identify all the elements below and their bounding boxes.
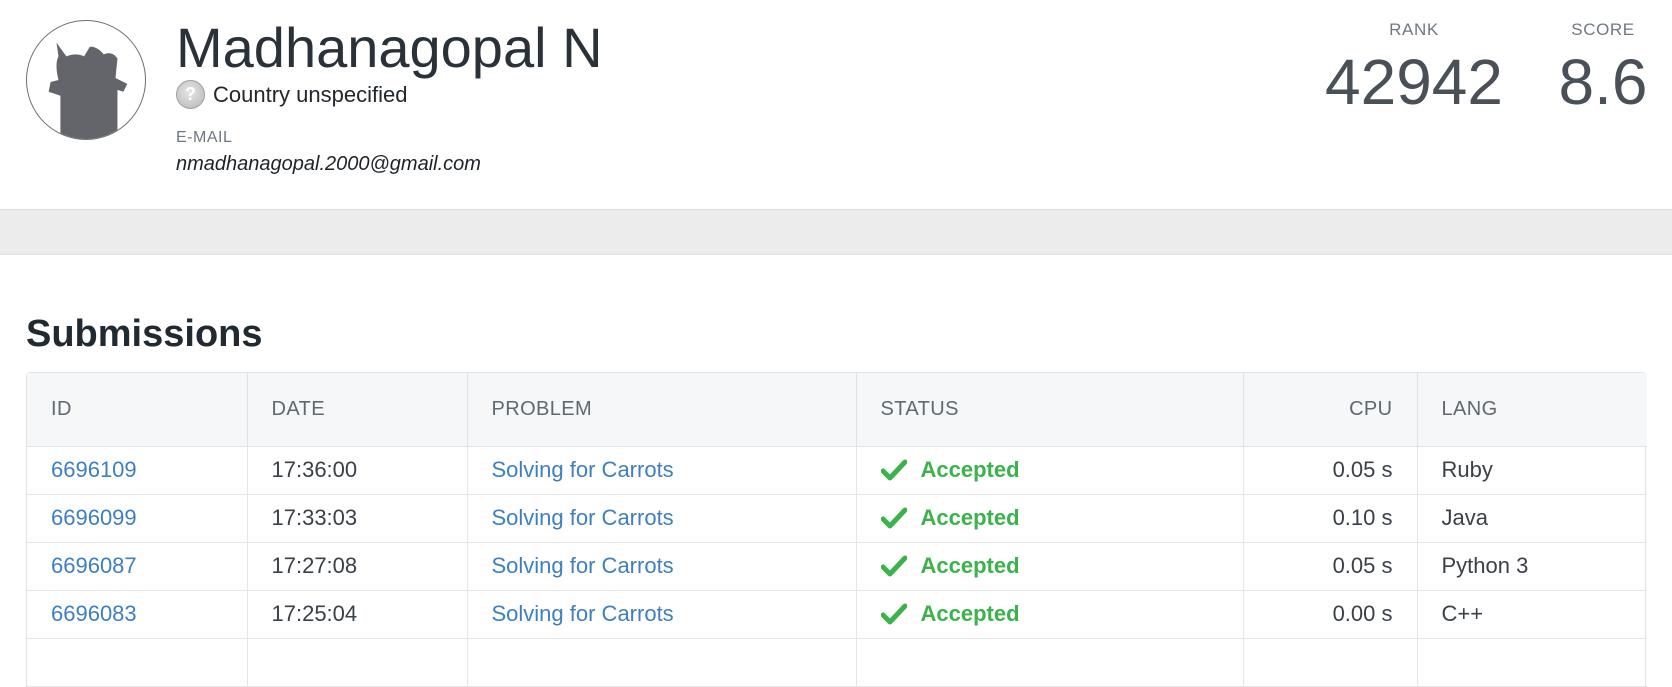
- country-row: ? Country unspecified: [176, 80, 407, 109]
- column-header-date: DATE: [247, 373, 468, 447]
- column-header-problem: PROBLEM: [467, 373, 857, 447]
- submission-lang: Python 3: [1417, 542, 1647, 591]
- country-text: Country unspecified: [213, 81, 408, 107]
- submission-id-link[interactable]: 6696083: [51, 601, 137, 626]
- check-icon: [880, 459, 907, 481]
- problem-link[interactable]: Solving for Carrots: [492, 601, 674, 626]
- table-header-row: ID DATE PROBLEM STATUS CPU LANG: [27, 373, 1647, 447]
- submission-cpu: 0.05 s: [1243, 542, 1418, 591]
- column-header-lang: LANG: [1417, 373, 1647, 447]
- email-label: E-MAIL: [176, 129, 233, 146]
- status-text: Accepted: [920, 505, 1020, 530]
- table-row: 6696083 17:25:04 Solving for Carrots Acc…: [27, 590, 1647, 639]
- status-text: Accepted: [920, 601, 1020, 626]
- submission-cpu: 0.00 s: [1243, 590, 1418, 639]
- separator-band: [0, 210, 1672, 255]
- submission-id-link[interactable]: 6696087: [51, 553, 137, 578]
- table-row: 6696099 17:33:03 Solving for Carrots Acc…: [27, 494, 1647, 543]
- table-row: 6696087 17:27:08 Solving for Carrots Acc…: [27, 542, 1647, 591]
- status-cell: Accepted: [880, 553, 1219, 579]
- submission-date: 17:33:03: [247, 494, 468, 543]
- problem-link[interactable]: Solving for Carrots: [492, 505, 674, 530]
- submission-lang: Ruby: [1417, 446, 1647, 495]
- submissions-table: ID DATE PROBLEM STATUS CPU LANG 6696109 …: [27, 373, 1647, 687]
- problem-link[interactable]: Solving for Carrots: [492, 457, 674, 482]
- status-cell: Accepted: [880, 505, 1219, 531]
- score-label: SCORE: [1571, 20, 1635, 39]
- submission-lang: C++: [1417, 590, 1647, 639]
- submission-id-link[interactable]: 6696099: [51, 505, 137, 530]
- submission-cpu: 0.05 s: [1243, 446, 1418, 495]
- submission-id-link[interactable]: 6696109: [51, 457, 137, 482]
- question-mark-icon: ?: [176, 80, 205, 109]
- submissions-table-container: ID DATE PROBLEM STATUS CPU LANG 6696109 …: [26, 372, 1647, 687]
- submission-date: 17:25:04: [247, 590, 468, 639]
- rank-label: RANK: [1389, 20, 1439, 39]
- submission-date: 17:27:08: [247, 542, 468, 591]
- default-avatar-cat-icon: [48, 42, 128, 139]
- status-cell: Accepted: [880, 457, 1219, 483]
- profile-name: Madhanagopal N: [176, 16, 603, 79]
- problem-link[interactable]: Solving for Carrots: [492, 553, 674, 578]
- column-header-id: ID: [27, 373, 248, 447]
- status-text: Accepted: [920, 457, 1020, 482]
- table-row: 6696109 17:36:00 Solving for Carrots Acc…: [27, 446, 1647, 495]
- status-cell: Accepted: [880, 601, 1219, 627]
- email-value: nmadhanagopal.2000@gmail.com: [176, 153, 481, 175]
- profile-header: Madhanagopal N ? Country unspecified E-M…: [0, 0, 1672, 210]
- table-row: [27, 638, 1647, 687]
- submission-date: 17:36:00: [247, 446, 468, 495]
- check-icon: [880, 603, 907, 625]
- status-text: Accepted: [920, 553, 1020, 578]
- rank-stat: RANK 42942: [1322, 20, 1506, 118]
- check-icon: [880, 555, 907, 577]
- score-value: 8.6: [1558, 46, 1648, 118]
- submission-cpu: 0.10 s: [1243, 494, 1418, 543]
- submissions-title: Submissions: [26, 313, 263, 355]
- column-header-cpu: CPU: [1243, 373, 1418, 447]
- rank-value: 42942: [1325, 46, 1503, 118]
- submission-lang: Java: [1417, 494, 1647, 543]
- check-icon: [880, 507, 907, 529]
- avatar[interactable]: [26, 20, 146, 140]
- column-header-status: STATUS: [856, 373, 1244, 447]
- score-stat: SCORE 8.6: [1548, 20, 1658, 118]
